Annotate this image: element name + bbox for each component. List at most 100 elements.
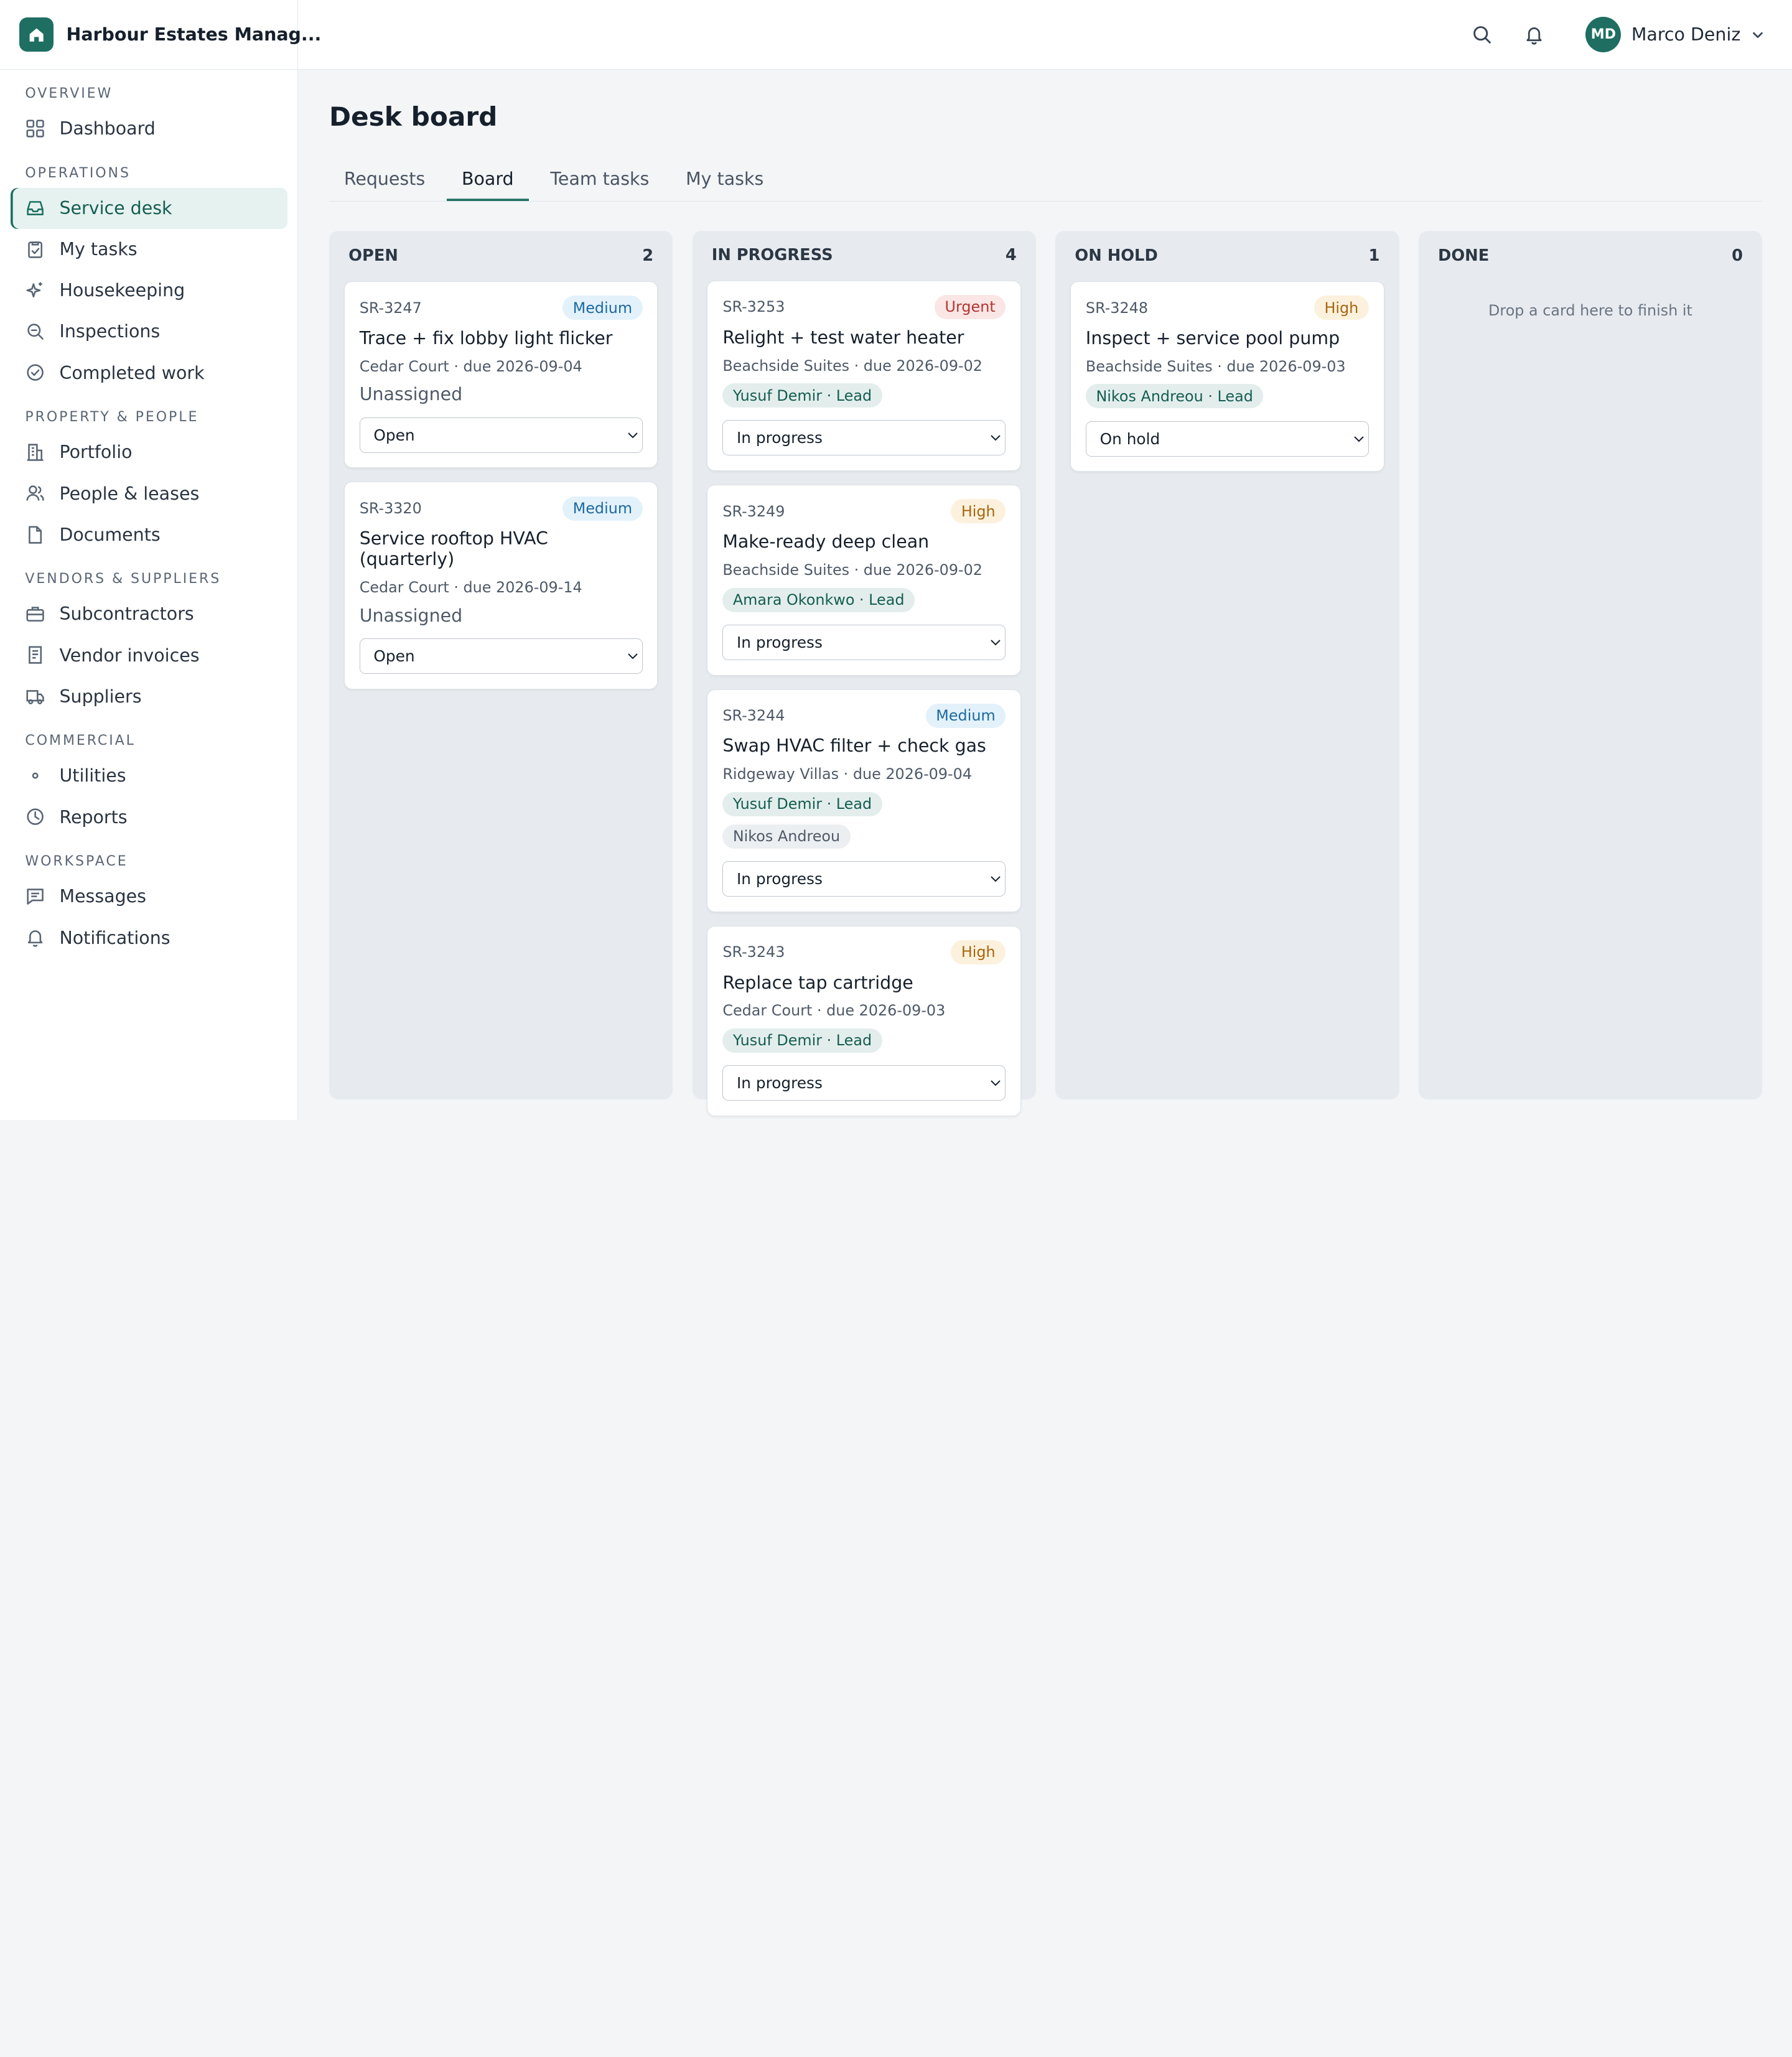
assignee-list: Nikos Andreou · Lead xyxy=(1085,384,1369,409)
request-card[interactable]: SR-3248 High Inspect + service pool pump Be… xyxy=(1070,281,1384,472)
card-id: SR-3243 xyxy=(722,943,785,961)
column-title: ON HOLD xyxy=(1075,246,1158,265)
sidebar-item-inspections[interactable]: Inspections xyxy=(11,311,287,352)
priority-badge: Medium xyxy=(562,496,643,521)
bell-icon xyxy=(25,928,45,948)
search-icon[interactable] xyxy=(1469,22,1494,47)
sidebar-item-people-leases[interactable]: People & leases xyxy=(11,473,287,514)
message-icon xyxy=(25,886,45,907)
status-select[interactable]: Open xyxy=(359,638,643,674)
sidebar-item-utilities[interactable]: Utilities xyxy=(11,755,287,796)
status-select[interactable]: In progress xyxy=(722,624,1006,660)
app-shell: Harbour Estates Manag... MD Marco Deniz … xyxy=(0,0,1792,1120)
receipt-icon xyxy=(25,645,45,666)
status-select[interactable]: On hold xyxy=(1085,421,1369,457)
card-meta: Cedar Court · due 2026-09-14 xyxy=(359,579,582,597)
card-header: SR-3244 Medium xyxy=(722,703,1006,728)
sidebar-item-messages[interactable]: Messages xyxy=(11,876,287,917)
column-title: OPEN xyxy=(348,246,398,265)
column-count: 0 xyxy=(1732,246,1743,265)
sidebar-item-vendor-invoices[interactable]: Vendor invoices xyxy=(11,635,287,676)
sidebar-item-label: Subcontractors xyxy=(59,604,194,625)
column-count: 4 xyxy=(1005,246,1017,265)
assignee-chip: Amara Okonkwo · Lead xyxy=(722,587,915,612)
assignee-chip: Yusuf Demir · Lead xyxy=(722,791,882,816)
sidebar-item-completed-work[interactable]: Completed work xyxy=(11,352,287,393)
card-title: Trace + fix lobby light flicker xyxy=(359,328,613,349)
assignee-status: Unassigned xyxy=(359,384,463,405)
sidebar: OVERVIEW Dashboard OPERATIONS Service desk M… xyxy=(0,70,299,1120)
card-meta: Beachside Suites · due 2026-09-02 xyxy=(722,357,982,375)
card-id: SR-3244 xyxy=(722,707,785,725)
sidebar-item-my-tasks[interactable]: My tasks xyxy=(11,229,287,270)
status-select[interactable]: In progress xyxy=(722,861,1006,897)
request-card[interactable]: SR-3243 High Replace tap cartridge Cedar Co… xyxy=(707,925,1022,1116)
request-card[interactable]: SR-3247 Medium Trace + fix lobby light fli… xyxy=(343,281,658,469)
priority-badge: High xyxy=(1314,296,1369,320)
sidebar-item-housekeeping[interactable]: Housekeeping xyxy=(11,270,287,311)
card-id: SR-3253 xyxy=(722,298,785,316)
column-header: ON HOLD 1 xyxy=(1070,246,1384,265)
card-header: SR-3249 High xyxy=(722,499,1006,524)
card-title: Relight + test water heater xyxy=(722,327,964,348)
nav-group-title: OVERVIEW xyxy=(25,85,113,101)
sidebar-item-label: Messages xyxy=(59,886,146,907)
card-header: SR-3320 Medium xyxy=(359,496,643,521)
assignee-list: Yusuf Demir · Lead xyxy=(722,1028,1006,1053)
truck-icon xyxy=(25,686,45,707)
card-id: SR-3320 xyxy=(359,500,422,517)
sidebar-item-reports[interactable]: Reports xyxy=(11,796,287,837)
board-column-in-progress: IN PROGRESS 4 SR-3253 Urgent Relight + test … xyxy=(692,231,1036,1116)
brand[interactable]: Harbour Estates Manag... xyxy=(0,0,321,70)
sidebar-item-label: My tasks xyxy=(59,239,138,260)
tab-my-tasks[interactable]: My tasks xyxy=(671,157,778,201)
sidebar-item-label: Inspections xyxy=(59,321,161,342)
card-header: SR-3253 Urgent xyxy=(722,294,1006,319)
card-title: Swap HVAC filter + check gas xyxy=(722,735,986,757)
sidebar-item-subcontractors[interactable]: Subcontractors xyxy=(11,594,287,635)
status-select[interactable]: In progress xyxy=(722,420,1006,456)
sidebar-item-label: Portfolio xyxy=(59,442,133,463)
tab-requests[interactable]: Requests xyxy=(329,157,440,201)
column-header: IN PROGRESS 4 xyxy=(707,246,1021,264)
sidebar-item-label: Vendor invoices xyxy=(59,645,200,666)
status-select[interactable]: Open xyxy=(359,417,643,453)
user-menu[interactable]: MD Marco Deniz xyxy=(1585,17,1764,52)
assignee-chip: Yusuf Demir · Lead xyxy=(722,383,882,408)
bell-icon[interactable] xyxy=(1522,22,1547,47)
brand-name: Harbour Estates Manag... xyxy=(66,24,322,45)
sidebar-item-suppliers[interactable]: Suppliers xyxy=(11,676,287,717)
request-card[interactable]: SR-3320 Medium Service rooftop HVAC (quart… xyxy=(343,482,658,689)
request-card[interactable]: SR-3249 High Make-ready deep clean Beachsid… xyxy=(707,485,1022,676)
card-id: SR-3247 xyxy=(359,299,422,317)
board-column-open: OPEN 2 SR-3247 Medium Trace + fix lobby ligh… xyxy=(329,231,673,1100)
priority-badge: High xyxy=(951,499,1006,524)
column-title: IN PROGRESS xyxy=(711,246,833,265)
priority-badge: Medium xyxy=(562,296,643,320)
sidebar-item-dashboard[interactable]: Dashboard xyxy=(11,108,287,149)
tab-team-tasks[interactable]: Team tasks xyxy=(536,157,665,201)
clipboard-check-icon xyxy=(25,239,45,259)
nav-group-title: COMMERCIAL xyxy=(25,732,136,749)
card-id: SR-3248 xyxy=(1085,299,1149,317)
check-circle-icon xyxy=(25,363,45,383)
assignee-list: Yusuf Demir · Lead xyxy=(722,383,1006,408)
column-count: 1 xyxy=(1368,246,1380,265)
priority-badge: Urgent xyxy=(935,294,1006,319)
home-icon xyxy=(19,17,54,52)
page-title: Desk board xyxy=(329,101,498,133)
assignee-chip: Yusuf Demir · Lead xyxy=(722,1028,882,1053)
assignee-list: Amara Okonkwo · Lead xyxy=(722,587,1006,612)
assignee-chip: Nikos Andreou xyxy=(722,824,851,849)
status-select[interactable]: In progress xyxy=(722,1065,1006,1101)
sidebar-item-label: Service desk xyxy=(59,198,172,219)
sidebar-item-portfolio[interactable]: Portfolio xyxy=(11,432,287,473)
sidebar-item-notifications[interactable]: Notifications xyxy=(11,917,287,958)
request-card[interactable]: SR-3253 Urgent Relight + test water heater… xyxy=(707,280,1022,472)
card-meta: Cedar Court · due 2026-09-04 xyxy=(359,357,582,375)
tab-board[interactable]: Board xyxy=(447,157,528,201)
sidebar-item-documents[interactable]: Documents xyxy=(11,514,287,555)
request-card[interactable]: SR-3244 Medium Swap HVAC filter + check ga… xyxy=(707,689,1022,912)
sidebar-item-service-desk[interactable]: Service desk xyxy=(10,187,287,229)
assignee-list: Yusuf Demir · Lead Nikos Andreou xyxy=(722,791,1006,849)
